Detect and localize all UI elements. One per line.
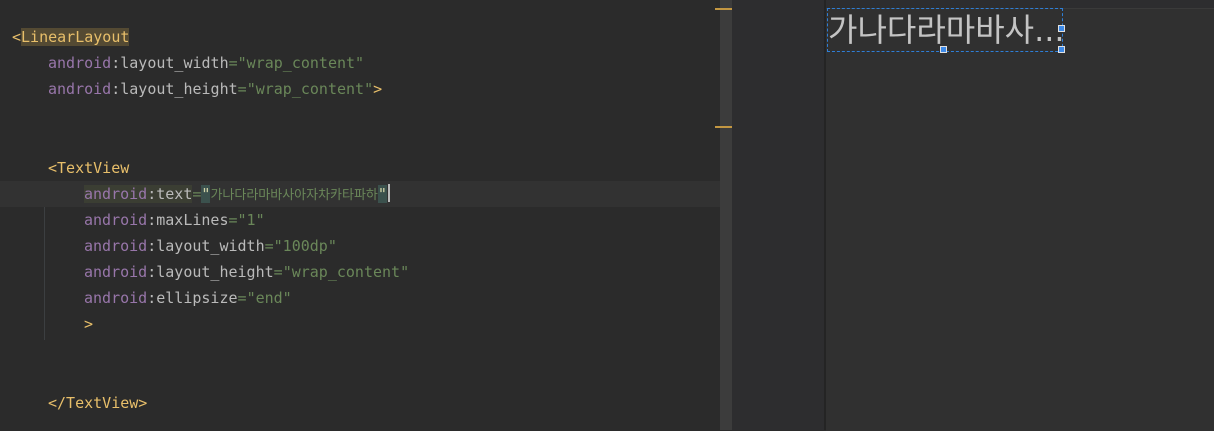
attr-name: layout_height xyxy=(156,263,274,281)
attr-colon: : xyxy=(147,237,157,255)
resize-handle-right[interactable] xyxy=(1058,25,1065,32)
attr-name: ellipsize xyxy=(156,289,238,307)
code-line-7-current[interactable]: android:text="가나다라마바사아자차카타파하" xyxy=(0,181,730,207)
editor-scrollbar[interactable] xyxy=(720,0,732,430)
resize-handle-bottom[interactable] xyxy=(940,46,947,53)
code-editor[interactable]: <LinearLayout android:layout_width="wrap… xyxy=(0,0,730,430)
tag-name-linearlayout: LinearLayout xyxy=(21,28,130,46)
attr-namespace: android xyxy=(84,263,148,281)
attr-equals: = xyxy=(228,54,238,72)
code-line-8[interactable]: android:maxLines="1" xyxy=(0,207,730,233)
closing-tag-textview: </TextView> xyxy=(48,394,148,412)
attr-value: "100dp" xyxy=(273,237,337,255)
attr-name: layout_width xyxy=(120,54,229,72)
attr-colon: : xyxy=(147,289,157,307)
attr-value: "wrap_content" xyxy=(237,54,365,72)
code-line-6[interactable]: <TextView xyxy=(0,155,730,181)
attr-value-korean: 가나다라마바사아자차카타파하 xyxy=(210,188,378,203)
attr-name: layout_width xyxy=(156,237,265,255)
attr-equals: = xyxy=(273,263,283,281)
tag-open-bracket: < xyxy=(12,28,22,46)
code-line-10[interactable]: android:layout_height="wrap_content" xyxy=(0,259,730,285)
code-line-2[interactable]: android:layout_width="wrap_content" xyxy=(0,50,730,76)
attr-namespace: android xyxy=(48,54,112,72)
code-line-3[interactable]: android:layout_height="wrap_content"> xyxy=(0,76,730,102)
attr-equals: = xyxy=(264,237,274,255)
code-line-15[interactable]: </TextView> xyxy=(0,390,730,416)
attr-namespace: android xyxy=(48,80,112,98)
matched-quote: " xyxy=(377,185,387,203)
attr-colon: : xyxy=(147,211,157,229)
attr-colon: : xyxy=(111,54,121,72)
attr-namespace: android xyxy=(84,185,148,203)
attr-value: "end" xyxy=(246,289,292,307)
attr-name: maxLines xyxy=(156,211,229,229)
code-line-9[interactable]: android:layout_width="100dp" xyxy=(0,233,730,259)
attr-namespace: android xyxy=(84,237,148,255)
tag-name-textview: TextView xyxy=(57,159,130,177)
scrollbar-warning-marker[interactable] xyxy=(715,126,732,128)
attr-value: "1" xyxy=(237,211,265,229)
attr-name: text xyxy=(156,185,193,203)
attr-colon: : xyxy=(147,185,157,203)
device-screen[interactable] xyxy=(826,8,1214,431)
attr-colon: : xyxy=(111,80,121,98)
attr-namespace: android xyxy=(84,211,148,229)
attr-namespace: android xyxy=(84,289,148,307)
attr-equals: = xyxy=(237,289,247,307)
attr-equals: = xyxy=(237,80,247,98)
code-line-11[interactable]: android:ellipsize="end" xyxy=(0,285,730,311)
attr-name: layout_height xyxy=(120,80,238,98)
resize-handle-bottom-right[interactable] xyxy=(1058,46,1065,53)
text-caret xyxy=(387,184,390,202)
tag-close-bracket: > xyxy=(84,315,94,333)
code-line-1[interactable]: <LinearLayout xyxy=(0,24,730,50)
attr-colon: : xyxy=(147,263,157,281)
scrollbar-warning-marker[interactable] xyxy=(715,8,732,10)
code-line-12[interactable]: > xyxy=(0,311,730,337)
attr-value: "wrap_content" xyxy=(282,263,410,281)
attr-value: "wrap_content" xyxy=(246,80,374,98)
preview-textview-text: 가나다라마바사... xyxy=(828,11,1063,49)
tag-close-bracket: > xyxy=(373,80,383,98)
attr-equals: = xyxy=(228,211,238,229)
tag-open-bracket: < xyxy=(48,159,58,177)
